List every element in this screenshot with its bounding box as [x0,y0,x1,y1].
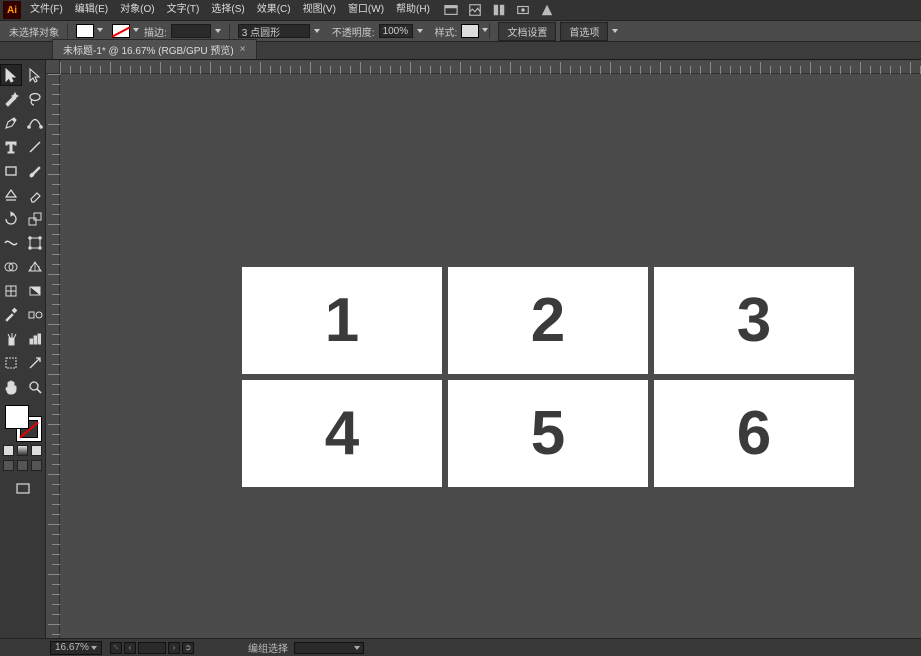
gradient-tool[interactable] [24,280,46,302]
document-tab[interactable]: 未标题-1* @ 16.67% (RGB/GPU 预览) × [52,39,257,59]
artboard-next-button[interactable]: › [168,642,180,654]
zoom-tool[interactable] [24,376,46,398]
fill-stroke-indicator[interactable] [5,405,41,441]
close-tab-icon[interactable]: × [240,44,246,55]
symbol-sprayer-tool[interactable] [0,328,22,350]
blend-tool[interactable] [24,304,46,326]
gpu-icon[interactable] [516,3,530,17]
direct-selection-tool[interactable] [24,64,46,86]
opacity-input[interactable] [379,24,413,38]
magic-wand-tool[interactable] [0,88,22,110]
eyedropper-tool[interactable] [0,304,22,326]
status-info-menu[interactable] [294,642,364,654]
zoom-value: 16.67% [55,642,89,653]
art-cell: 4 [242,380,442,487]
screen-mode-button[interactable] [12,478,34,500]
free-transform-tool[interactable] [24,232,46,254]
width-tool[interactable] [0,232,22,254]
artboard-first-button[interactable]: ␈ [110,642,122,654]
art-cell: 6 [654,380,854,487]
status-info: 编组选择 [248,640,288,655]
menu-help[interactable]: 帮助(H) [390,0,436,20]
menu-select[interactable]: 选择(S) [205,0,250,20]
none-mode-button[interactable] [31,445,42,456]
style-swatch[interactable] [461,24,479,38]
art-cell: 5 [448,380,648,487]
share-icon[interactable] [540,3,554,17]
color-mode-button[interactable] [3,445,14,456]
art-cell: 1 [242,267,442,374]
lasso-tool[interactable] [24,88,46,110]
document-tab-label: 未标题-1* @ 16.67% (RGB/GPU 预览) [63,42,234,57]
preferences-button[interactable]: 首选项 [560,22,608,41]
fill-swatch[interactable] [76,24,94,38]
menu-file[interactable]: 文件(F) [24,0,69,20]
menu-view[interactable]: 视图(V) [297,0,342,20]
menu-window[interactable]: 窗口(W) [342,0,390,20]
opacity-label: 不透明度: [332,24,375,39]
type-tool[interactable] [0,136,22,158]
art-cell: 2 [448,267,648,374]
perspective-grid-tool[interactable] [24,256,46,278]
artboard-prev-button[interactable]: ‹ [124,642,136,654]
style-label: 样式: [435,24,458,39]
horizontal-ruler[interactable] [60,60,921,74]
artboard-number-field[interactable] [138,642,166,654]
chevron-down-icon[interactable] [91,646,97,650]
tools-panel [0,60,46,638]
chevron-down-icon[interactable] [314,29,320,33]
artboard-last-button[interactable]: ➲ [182,642,194,654]
artwork: 1 2 3 4 5 6 [242,267,858,493]
draw-behind-button[interactable] [17,460,28,471]
fill-indicator[interactable] [5,405,29,429]
bridge-icon[interactable] [444,3,458,17]
menu-effect[interactable]: 效果(C) [251,0,297,20]
pen-tool[interactable] [0,112,22,134]
menu-type[interactable]: 文字(T) [161,0,206,20]
stock-icon[interactable] [468,3,482,17]
arrange-icon[interactable] [492,3,506,17]
vertical-scrollbar[interactable] [916,74,921,638]
artboard-tool[interactable] [0,352,22,374]
scale-tool[interactable] [24,208,46,230]
mesh-tool[interactable] [0,280,22,302]
chevron-down-icon [354,646,360,650]
draw-inside-button[interactable] [31,460,42,471]
menu-edit[interactable]: 编辑(E) [69,0,114,20]
chevron-down-icon[interactable] [417,29,423,33]
curvature-tool[interactable] [24,112,46,134]
art-cell: 3 [654,267,854,374]
stroke-swatch[interactable] [112,24,130,38]
vertical-ruler[interactable] [46,74,60,638]
hand-tool[interactable] [0,376,22,398]
menu-object[interactable]: 对象(O) [114,0,160,20]
brush-combo[interactable] [238,24,310,38]
shape-builder-tool[interactable] [0,256,22,278]
ruler-origin[interactable] [46,60,60,74]
document-setup-button[interactable]: 文档设置 [498,22,556,41]
line-tool[interactable] [24,136,46,158]
selection-tool[interactable] [0,64,22,86]
eraser-tool[interactable] [24,184,46,206]
zoom-combo[interactable]: 16.67% [50,641,102,655]
gradient-mode-button[interactable] [17,445,28,456]
shaper-tool[interactable] [0,184,22,206]
column-graph-tool[interactable] [24,328,46,350]
draw-normal-button[interactable] [3,460,14,471]
chevron-down-icon[interactable] [612,29,618,33]
stroke-weight-input[interactable] [171,24,211,38]
paintbrush-tool[interactable] [24,160,46,182]
slice-tool[interactable] [24,352,46,374]
chevron-down-icon[interactable] [215,29,221,33]
app-logo: Ai [3,1,21,19]
rotate-tool[interactable] [0,208,22,230]
canvas-area[interactable]: 1 2 3 4 5 6 [46,60,921,638]
stroke-label: 描边: [144,24,167,39]
no-selection-label: 未选择对象 [9,24,59,39]
rectangle-tool[interactable] [0,160,22,182]
